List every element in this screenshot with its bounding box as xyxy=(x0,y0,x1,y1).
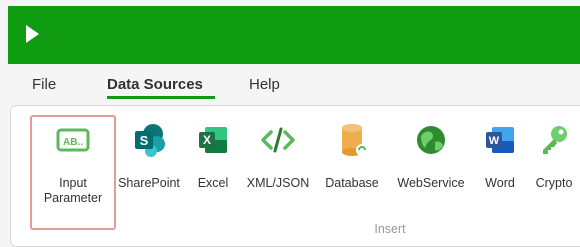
svg-text:S: S xyxy=(140,133,149,148)
menu-bar: File Data Sources Help xyxy=(8,64,580,104)
sharepoint-icon: S xyxy=(135,124,165,157)
title-bar xyxy=(8,6,580,64)
xml-json-label: XML/JSON xyxy=(246,176,310,190)
menu-file[interactable]: File xyxy=(32,76,56,93)
word-button[interactable]: W Word xyxy=(476,112,524,200)
active-tab-underline xyxy=(107,96,215,99)
word-label: Word xyxy=(485,176,515,190)
menu-data-sources[interactable]: Data Sources xyxy=(107,76,203,93)
svg-text:W: W xyxy=(489,135,500,147)
selection-highlight xyxy=(30,115,116,230)
xml-json-icon xyxy=(261,127,295,153)
globe-icon xyxy=(417,126,445,154)
excel-label: Excel xyxy=(197,176,229,190)
xml-json-button[interactable]: XML/JSON xyxy=(244,112,312,200)
sharepoint-label: SharePoint xyxy=(118,176,180,190)
database-icon xyxy=(342,124,368,156)
webservice-button[interactable]: WebService xyxy=(392,112,470,200)
database-label: Database xyxy=(325,176,379,190)
excel-button[interactable]: X Excel xyxy=(186,112,240,200)
play-icon[interactable] xyxy=(26,25,39,43)
excel-icon: X xyxy=(199,127,227,153)
ribbon-group-label: Insert xyxy=(374,222,406,236)
sharepoint-button[interactable]: S SharePoint xyxy=(112,112,186,200)
svg-text:X: X xyxy=(203,133,211,147)
word-icon: W xyxy=(486,127,514,153)
webservice-label: WebService xyxy=(397,176,465,190)
crypto-button[interactable]: Crypto xyxy=(528,112,580,200)
database-button[interactable]: Database xyxy=(318,112,386,200)
crypto-label: Crypto xyxy=(535,176,573,190)
key-icon xyxy=(543,126,567,154)
menu-help[interactable]: Help xyxy=(249,76,280,93)
